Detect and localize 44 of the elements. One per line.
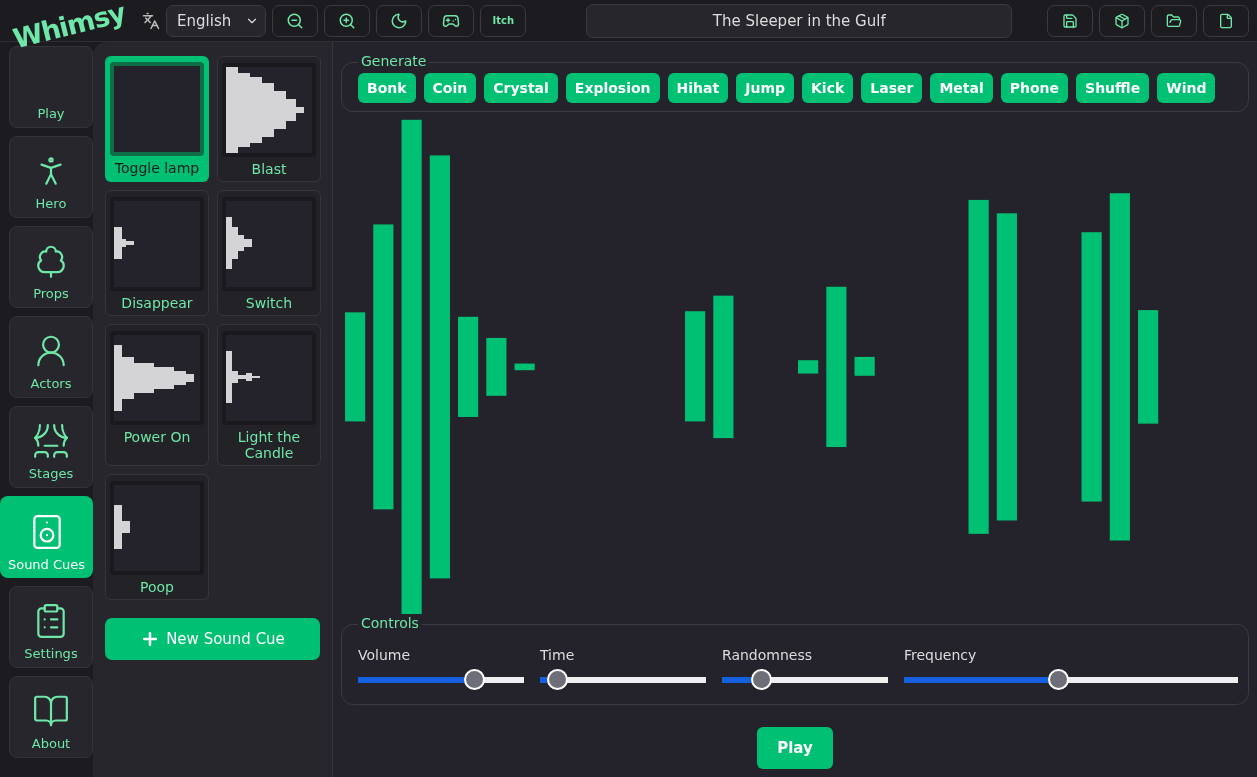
moon-button[interactable] [376, 4, 423, 37]
zoom-out-button[interactable] [272, 4, 319, 37]
nav-item[interactable]: Play [9, 46, 93, 128]
slider-thumb[interactable] [463, 669, 485, 690]
sound-cue-card[interactable]: Disappear [105, 190, 209, 316]
open-folder-button[interactable] [1151, 4, 1197, 37]
new-file-button[interactable] [1203, 4, 1249, 37]
language-select[interactable]: English [166, 4, 267, 37]
slider-label: Time [540, 647, 576, 663]
nav-item[interactable]: Actors [9, 316, 93, 398]
translate-icon [142, 11, 161, 30]
panel-title: Generate [358, 53, 430, 69]
nav-item[interactable]: Hero [9, 136, 93, 218]
zoom-in-icon [338, 11, 357, 30]
sound-cue-card[interactable]: Poop [105, 474, 209, 600]
box-icon [1114, 12, 1130, 29]
sound-cue-card[interactable]: Power On [105, 324, 209, 466]
nav-item[interactable]: Stages [9, 406, 93, 488]
slider-label: Randomness [722, 647, 814, 663]
nav-item[interactable]: About [9, 676, 93, 758]
save-button[interactable] [1047, 4, 1093, 37]
file-icon [1218, 12, 1234, 29]
project-title[interactable]: The Sleeper in the Gulf [586, 3, 1013, 38]
theater-curtain-icon [32, 422, 70, 460]
slider-thumb[interactable] [751, 669, 772, 690]
save-icon [1062, 12, 1078, 29]
nav-item[interactable]: Props [9, 226, 93, 308]
folder-icon [1166, 12, 1182, 29]
zoom-out-icon [286, 11, 305, 30]
controller-button[interactable] [428, 4, 475, 37]
slider-label: Volume [358, 647, 412, 663]
slider-thumb[interactable] [547, 669, 569, 690]
panel-title: Controls [358, 615, 422, 631]
nav-item[interactable]: Settings [9, 586, 93, 668]
itch-button[interactable]: Itch [480, 4, 527, 37]
slider-thumb[interactable] [1047, 669, 1069, 690]
box-button[interactable] [1099, 4, 1145, 37]
zoom-in-button[interactable] [324, 4, 371, 37]
sound-cue-card[interactable]: Blast [217, 56, 321, 182]
sound-cue-card[interactable]: Switch [217, 190, 321, 316]
sound-cue-card[interactable]: Light the Candle [217, 324, 321, 466]
slider-label: Frequency [904, 647, 978, 663]
sound-cue-card[interactable]: Toggle lamp [105, 56, 209, 182]
moon-icon [390, 11, 409, 30]
